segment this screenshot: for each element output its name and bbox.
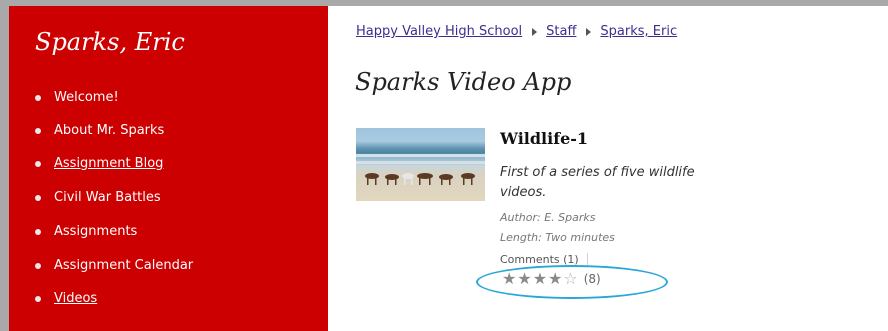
sidebar-item-videos[interactable]: Videos — [35, 291, 97, 306]
horses-icon — [365, 173, 475, 185]
bullet-icon — [35, 94, 41, 101]
breadcrumb-link-staff[interactable]: Staff — [546, 24, 576, 39]
breadcrumb-arrow-icon — [586, 27, 592, 36]
sidebar-item-label[interactable]: About Mr. Sparks — [54, 123, 164, 138]
bullet-icon — [35, 194, 41, 201]
wave-line — [356, 161, 485, 164]
breadcrumb-link-school[interactable]: Happy Valley High School — [356, 24, 522, 39]
sidebar-item-label[interactable]: Welcome! — [54, 90, 119, 105]
left-frame-bar — [0, 0, 9, 331]
sidebar: Sparks, Eric Welcome! About Mr. Sparks A… — [9, 6, 328, 331]
sidebar-title: Sparks, Eric — [35, 28, 185, 56]
bullet-icon — [35, 262, 41, 269]
video-title[interactable]: Wildlife-1 — [500, 129, 588, 148]
page-title: Sparks Video App — [355, 68, 572, 96]
bullet-icon — [35, 228, 41, 235]
video-author: Author: E. Sparks — [500, 211, 596, 224]
sidebar-item-label[interactable]: Videos — [54, 291, 97, 306]
wave-line — [356, 154, 485, 157]
sidebar-item-label[interactable]: Assignment Blog — [54, 156, 163, 171]
video-description: First of a series of five wildlife video… — [500, 165, 695, 200]
sidebar-item-label[interactable]: Civil War Battles — [54, 190, 161, 205]
video-length: Length: Two minutes — [500, 231, 615, 244]
sidebar-item-welcome[interactable]: Welcome! — [35, 90, 119, 105]
bullet-icon — [35, 127, 41, 134]
sidebar-item-assignments[interactable]: Assignments — [35, 224, 137, 239]
sidebar-item-assignment-blog[interactable]: Assignment Blog — [35, 156, 163, 171]
video-thumbnail[interactable] — [356, 128, 485, 201]
bullet-icon — [35, 295, 41, 302]
breadcrumb-link-teacher[interactable]: Sparks, Eric — [600, 24, 677, 39]
highlight-annotation-ellipse — [476, 265, 668, 299]
sidebar-item-assignment-calendar[interactable]: Assignment Calendar — [35, 258, 193, 273]
sidebar-item-about[interactable]: About Mr. Sparks — [35, 123, 164, 138]
breadcrumb: Happy Valley High School Staff Sparks, E… — [356, 24, 677, 39]
sidebar-item-label[interactable]: Assignment Calendar — [54, 258, 193, 273]
breadcrumb-arrow-icon — [532, 27, 538, 36]
sidebar-item-label[interactable]: Assignments — [54, 224, 137, 239]
sidebar-item-civil-war-battles[interactable]: Civil War Battles — [35, 190, 161, 205]
bullet-icon — [35, 160, 41, 167]
